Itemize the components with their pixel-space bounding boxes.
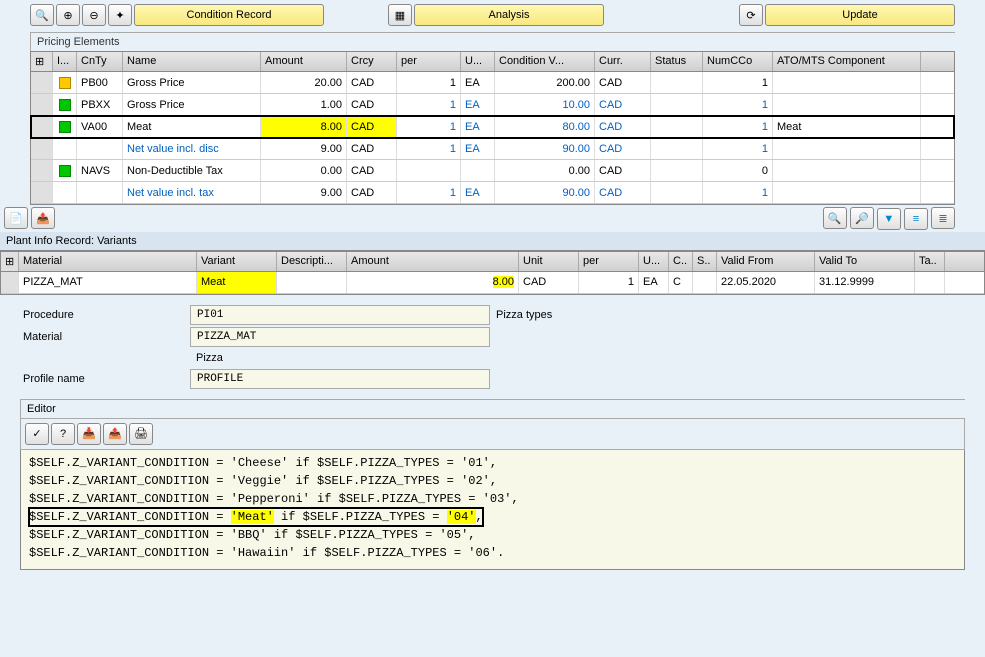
vcol-unit[interactable]: Unit bbox=[519, 252, 579, 271]
export-icon[interactable]: 📤 bbox=[31, 207, 55, 229]
v-per: 1 bbox=[579, 272, 639, 293]
editor-line: $SELF.Z_VARIANT_CONDITION = 'Cheese' if … bbox=[29, 454, 956, 472]
col-condv[interactable]: Condition V... bbox=[495, 52, 595, 71]
material-label: Material bbox=[20, 328, 190, 346]
col-amount[interactable]: Amount bbox=[261, 52, 347, 71]
pricing-row[interactable]: PB00 Gross Price 20.00 CAD 1 EA 200.00 C… bbox=[31, 72, 954, 94]
ed-import-icon[interactable]: 📥 bbox=[77, 423, 101, 445]
v-unit: CAD bbox=[519, 272, 579, 293]
pricing-table: ⊞ I... CnTy Name Amount Crcy per U... Co… bbox=[30, 51, 955, 205]
procedure-label: Procedure bbox=[20, 306, 190, 324]
procedure-desc: Pizza types bbox=[490, 306, 790, 324]
vsel[interactable]: ⊞ bbox=[1, 252, 19, 271]
v-u: EA bbox=[639, 272, 669, 293]
editor-line: $SELF.Z_VARIANT_CONDITION = 'BBQ' if $SE… bbox=[29, 526, 956, 544]
editor-line: $SELF.Z_VARIANT_CONDITION = 'Hawaiin' if… bbox=[29, 544, 956, 562]
find2-icon[interactable]: 🔍 bbox=[823, 207, 847, 229]
pricing-section-title: Pricing Elements bbox=[30, 32, 955, 51]
editor-line: $SELF.Z_VARIANT_CONDITION = 'Meat' if $S… bbox=[29, 508, 483, 526]
main-toolbar: 🔍 ⊕ ⊖ ✦ Condition Record ▦ Analysis ⟳ Up… bbox=[0, 0, 985, 30]
vcol-vt[interactable]: Valid To bbox=[815, 252, 915, 271]
col-status2[interactable]: Status bbox=[651, 52, 703, 71]
vcol-u[interactable]: U... bbox=[639, 252, 669, 271]
vcol-amount[interactable]: Amount bbox=[347, 252, 519, 271]
variant-toolbar: 📄 📤 🔍 🔎 ▼ ≡ ≣ bbox=[0, 205, 985, 232]
pricing-row[interactable]: VA00 Meat 8.00 CAD 1 EA 80.00 CAD 1 Meat bbox=[31, 116, 954, 138]
ed-check-icon[interactable]: ✓ bbox=[25, 423, 49, 445]
col-numcco[interactable]: NumCCo bbox=[703, 52, 773, 71]
profile-label: Profile name bbox=[20, 370, 190, 388]
insert-icon[interactable]: ⊕ bbox=[56, 4, 80, 26]
findnext-icon[interactable]: 🔎 bbox=[850, 207, 874, 229]
v-material: PIZZA_MAT bbox=[19, 272, 197, 293]
filter-icon[interactable]: ▼ bbox=[877, 208, 901, 230]
update-button[interactable]: Update bbox=[765, 4, 955, 26]
variant-title: Plant Info Record: Variants bbox=[0, 232, 985, 251]
vcol-s[interactable]: S.. bbox=[693, 252, 717, 271]
vcol-vf[interactable]: Valid From bbox=[717, 252, 815, 271]
vcol-material[interactable]: Material bbox=[19, 252, 197, 271]
v-variant: Meat bbox=[197, 272, 277, 293]
v-validfrom: 22.05.2020 bbox=[717, 272, 815, 293]
editor-toolbar: ✓ ? 📥 📤 🖨 bbox=[20, 418, 965, 450]
v-validto: 31.12.9999 bbox=[815, 272, 915, 293]
col-status[interactable]: I... bbox=[53, 52, 77, 71]
material-field[interactable]: PIZZA_MAT bbox=[190, 327, 490, 347]
profile-field[interactable]: PROFILE bbox=[190, 369, 490, 389]
sort-desc-icon[interactable]: ≣ bbox=[931, 207, 955, 229]
v-s bbox=[693, 272, 717, 293]
settings-icon[interactable]: ✦ bbox=[108, 4, 132, 26]
pricing-row[interactable]: PBXX Gross Price 1.00 CAD 1 EA 10.00 CAD… bbox=[31, 94, 954, 116]
col-per[interactable]: per bbox=[397, 52, 461, 71]
condition-record-button[interactable]: Condition Record bbox=[134, 4, 324, 26]
delete-icon[interactable]: ⊖ bbox=[82, 4, 106, 26]
editor-title: Editor bbox=[20, 399, 965, 418]
select-all-icon[interactable]: ⊞ bbox=[31, 52, 53, 71]
vcol-per[interactable]: per bbox=[579, 252, 639, 271]
procedure-field[interactable]: PI01 bbox=[190, 305, 490, 325]
vcol-variant[interactable]: Variant bbox=[197, 252, 277, 271]
editor-line: $SELF.Z_VARIANT_CONDITION = 'Pepperoni' … bbox=[29, 490, 956, 508]
editor-line: $SELF.Z_VARIANT_CONDITION = 'Veggie' if … bbox=[29, 472, 956, 490]
pricing-row[interactable]: NAVS Non-Deductible Tax 0.00 CAD 0.00 CA… bbox=[31, 160, 954, 182]
variant-table: ⊞ Material Variant Descripti... Amount U… bbox=[0, 251, 985, 295]
display-icon[interactable]: 📄 bbox=[4, 207, 28, 229]
refresh-icon[interactable]: ⟳ bbox=[739, 4, 763, 26]
col-u[interactable]: U... bbox=[461, 52, 495, 71]
v-amount: 8.00 bbox=[347, 272, 519, 293]
col-name[interactable]: Name bbox=[123, 52, 261, 71]
analysis-button[interactable]: Analysis bbox=[414, 4, 604, 26]
find-icon[interactable]: 🔍 bbox=[30, 4, 54, 26]
variant-header: ⊞ Material Variant Descripti... Amount U… bbox=[1, 252, 984, 272]
col-curr[interactable]: Curr. bbox=[595, 52, 651, 71]
ed-print-icon[interactable]: 🖨 bbox=[129, 423, 153, 445]
grid-icon[interactable]: ▦ bbox=[388, 4, 412, 26]
material-desc: Pizza bbox=[190, 349, 490, 367]
pricing-row[interactable]: Net value incl. tax 9.00 CAD 1 EA 90.00 … bbox=[31, 182, 954, 204]
v-c: C bbox=[669, 272, 693, 293]
v-ta bbox=[915, 272, 945, 293]
vcol-desc[interactable]: Descripti... bbox=[277, 252, 347, 271]
vcol-ta[interactable]: Ta.. bbox=[915, 252, 945, 271]
editor-content[interactable]: $SELF.Z_VARIANT_CONDITION = 'Cheese' if … bbox=[20, 450, 965, 570]
variant-row[interactable]: PIZZA_MAT Meat 8.00 CAD 1 EA C 22.05.202… bbox=[1, 272, 984, 294]
pricing-row[interactable]: Net value incl. disc 9.00 CAD 1 EA 90.00… bbox=[31, 138, 954, 160]
col-ato[interactable]: ATO/MTS Component bbox=[773, 52, 921, 71]
v-desc bbox=[277, 272, 347, 293]
form-section: Procedure PI01 Pizza types Material PIZZ… bbox=[20, 305, 965, 389]
vcol-c[interactable]: C.. bbox=[669, 252, 693, 271]
pricing-header: ⊞ I... CnTy Name Amount Crcy per U... Co… bbox=[31, 52, 954, 72]
sort-asc-icon[interactable]: ≡ bbox=[904, 208, 928, 230]
col-cnty[interactable]: CnTy bbox=[77, 52, 123, 71]
ed-export-icon[interactable]: 📤 bbox=[103, 423, 127, 445]
ed-help-icon[interactable]: ? bbox=[51, 423, 75, 445]
col-crcy[interactable]: Crcy bbox=[347, 52, 397, 71]
